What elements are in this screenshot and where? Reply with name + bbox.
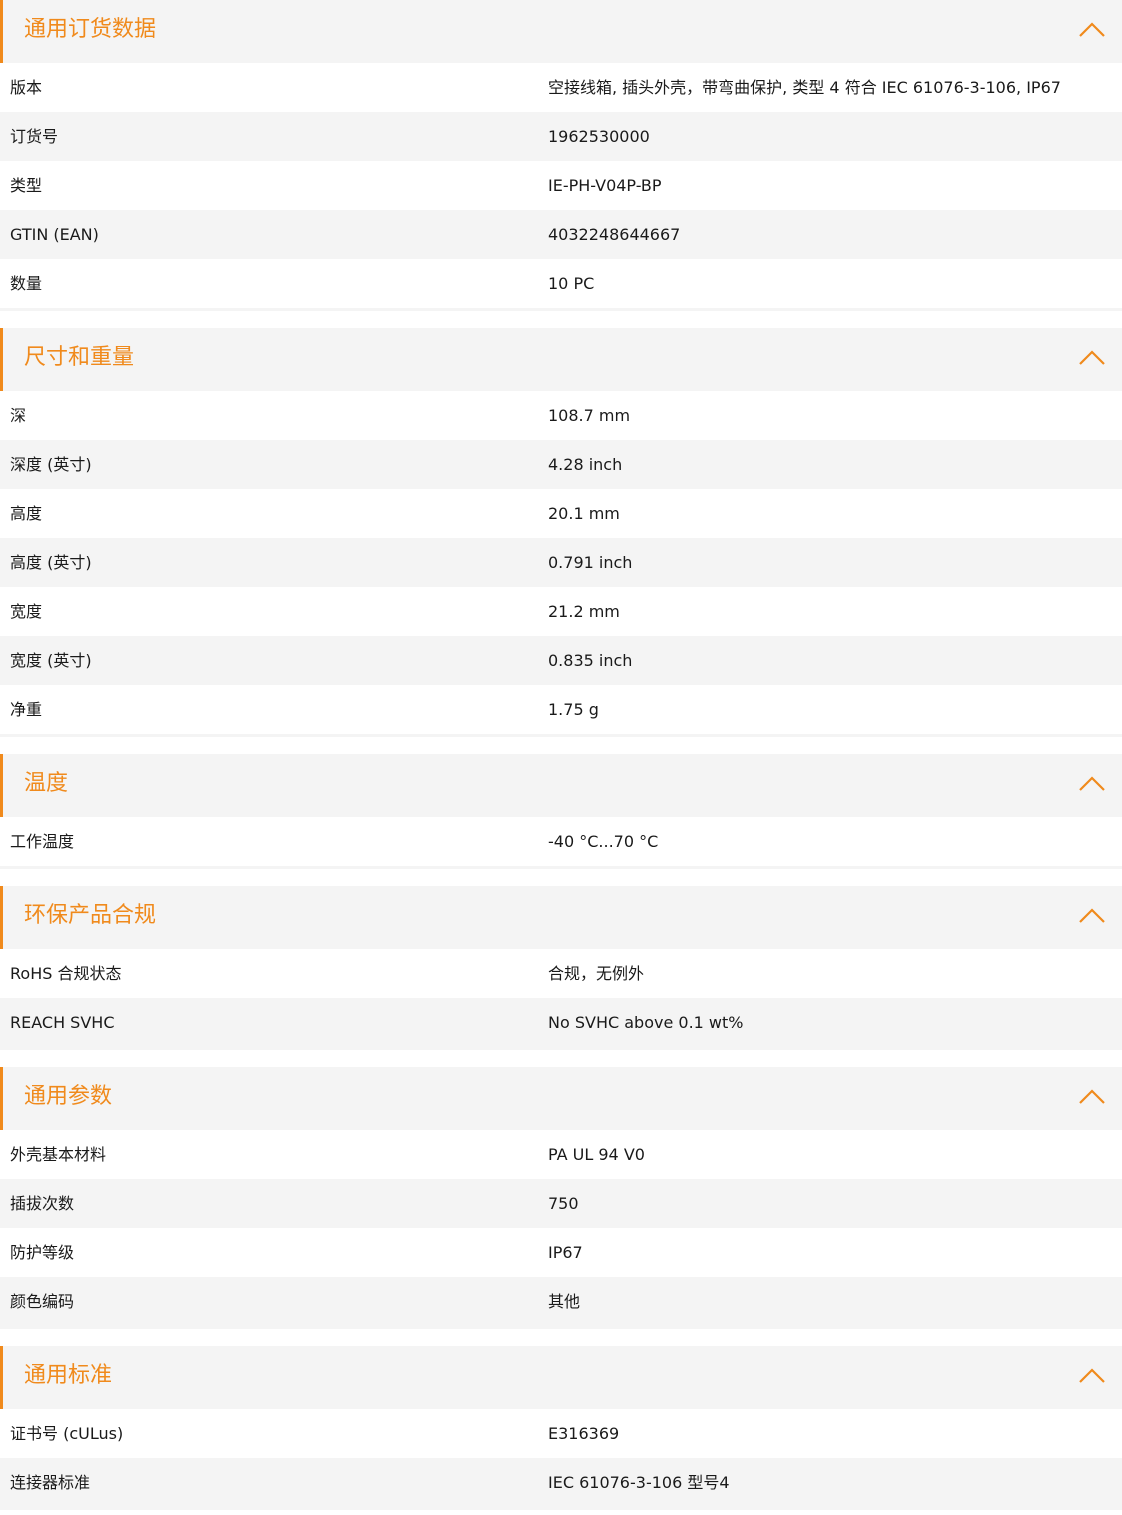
- spec-row: 订货号 1962530000: [0, 112, 1122, 161]
- section-title: 通用订货数据: [24, 17, 157, 42]
- section-header-temperature[interactable]: 温度: [0, 754, 1122, 817]
- section-divider: [0, 1507, 1122, 1510]
- spec-label: 深度 (英寸): [10, 455, 92, 474]
- spec-label: 净重: [10, 700, 43, 719]
- spec-value: 0.791 inch: [548, 553, 633, 572]
- section-temperature: 温度 工作温度 -40 °C...70 °C: [0, 754, 1122, 869]
- spec-value: IEC 61076-3-106 型号4: [548, 1473, 730, 1492]
- spec-value: 1.75 g: [548, 700, 599, 719]
- spec-row: RoHS 合规状态 合规，无例外: [0, 949, 1122, 998]
- section-gap: [0, 1329, 1122, 1346]
- spec-value: 108.7 mm: [548, 406, 631, 425]
- spec-label: 证书号 (cULus): [10, 1424, 124, 1443]
- spec-row: 外壳基本材料 PA UL 94 V0: [0, 1130, 1122, 1179]
- spec-value: 4.28 inch: [548, 455, 623, 474]
- spec-value: 其他: [548, 1292, 581, 1311]
- spec-row: 深度 (英寸) 4.28 inch: [0, 440, 1122, 489]
- spec-value: 750: [548, 1194, 579, 1213]
- spec-row: 连接器标准 IEC 61076-3-106 型号4: [0, 1458, 1122, 1507]
- chevron-up-icon[interactable]: [1078, 904, 1106, 928]
- chevron-up-icon[interactable]: [1078, 18, 1106, 42]
- spec-label: 外壳基本材料: [10, 1145, 107, 1164]
- section-title: 尺寸和重量: [24, 345, 135, 370]
- section-general-parameters: 通用参数 外壳基本材料 PA UL 94 V0 插拔次数 750 防护等级 IP…: [0, 1067, 1122, 1329]
- spec-label: 插拔次数: [10, 1194, 75, 1213]
- section-gap: [0, 737, 1122, 754]
- spec-row: GTIN (EAN) 4032248644667: [0, 210, 1122, 259]
- section-title: 环保产品合规: [24, 903, 157, 928]
- spec-label: 高度: [10, 504, 43, 523]
- spec-label: 连接器标准: [10, 1473, 91, 1492]
- spec-row: REACH SVHC No SVHC above 0.1 wt%: [0, 998, 1122, 1047]
- spec-row: 宽度 21.2 mm: [0, 587, 1122, 636]
- spec-label: 防护等级: [10, 1243, 75, 1262]
- spec-row: 类型 IE-PH-V04P-BP: [0, 161, 1122, 210]
- spec-value: 1962530000: [548, 127, 650, 146]
- section-title: 通用参数: [24, 1084, 113, 1109]
- spec-label: 工作温度: [10, 832, 75, 851]
- spec-row: 高度 (英寸) 0.791 inch: [0, 538, 1122, 587]
- spec-label: 深: [10, 406, 27, 425]
- spec-value: 10 PC: [548, 274, 595, 293]
- chevron-up-icon[interactable]: [1078, 772, 1106, 796]
- spec-value: 空接线箱, 插头外壳，带弯曲保护, 类型 4 符合 IEC 61076-3-10…: [548, 78, 1061, 97]
- section-title: 温度: [24, 771, 69, 796]
- chevron-up-icon[interactable]: [1078, 346, 1106, 370]
- section-header-environmental-compliance[interactable]: 环保产品合规: [0, 886, 1122, 949]
- spec-row: 宽度 (英寸) 0.835 inch: [0, 636, 1122, 685]
- spec-value: E316369: [548, 1424, 620, 1443]
- section-header-general-parameters[interactable]: 通用参数: [0, 1067, 1122, 1130]
- spec-label: 订货号: [10, 127, 59, 146]
- spec-row: 净重 1.75 g: [0, 685, 1122, 734]
- spec-row: 颜色编码 其他: [0, 1277, 1122, 1326]
- section-title: 通用标准: [24, 1363, 113, 1388]
- section-gap: [0, 311, 1122, 328]
- spec-value: IE-PH-V04P-BP: [548, 176, 662, 195]
- spec-accordion: 通用订货数据 版本 空接线箱, 插头外壳，带弯曲保护, 类型 4 符合 IEC …: [0, 0, 1122, 1510]
- spec-value: PA UL 94 V0: [548, 1145, 645, 1164]
- spec-value: 20.1 mm: [548, 504, 620, 523]
- spec-value: 4032248644667: [548, 225, 681, 244]
- spec-row: 证书号 (cULus) E316369: [0, 1409, 1122, 1458]
- spec-label: REACH SVHC: [10, 1013, 115, 1032]
- spec-label: 版本: [10, 78, 43, 97]
- spec-row: 工作温度 -40 °C...70 °C: [0, 817, 1122, 866]
- section-dimensions-weight: 尺寸和重量 深 108.7 mm 深度 (英寸) 4.28 inch 高度 20…: [0, 328, 1122, 737]
- spec-row: 防护等级 IP67: [0, 1228, 1122, 1277]
- spec-value: IP67: [548, 1243, 583, 1262]
- section-ordering-data: 通用订货数据 版本 空接线箱, 插头外壳，带弯曲保护, 类型 4 符合 IEC …: [0, 0, 1122, 311]
- chevron-up-icon[interactable]: [1078, 1085, 1106, 1109]
- spec-row: 深 108.7 mm: [0, 391, 1122, 440]
- spec-value: 21.2 mm: [548, 602, 620, 621]
- spec-label: 类型: [10, 176, 43, 195]
- spec-value: No SVHC above 0.1 wt%: [548, 1013, 744, 1032]
- chevron-up-icon[interactable]: [1078, 1364, 1106, 1388]
- spec-label: RoHS 合规状态: [10, 964, 122, 983]
- section-gap: [0, 869, 1122, 886]
- section-gap: [0, 1050, 1122, 1067]
- spec-value: -40 °C...70 °C: [548, 832, 659, 851]
- spec-label: GTIN (EAN): [10, 225, 99, 244]
- spec-label: 数量: [10, 274, 43, 293]
- section-header-dimensions-weight[interactable]: 尺寸和重量: [0, 328, 1122, 391]
- spec-label: 高度 (英寸): [10, 553, 92, 572]
- spec-label: 宽度: [10, 602, 43, 621]
- spec-value: 0.835 inch: [548, 651, 633, 670]
- spec-row: 插拔次数 750: [0, 1179, 1122, 1228]
- spec-value: 合规，无例外: [548, 964, 645, 983]
- section-environmental-compliance: 环保产品合规 RoHS 合规状态 合规，无例外 REACH SVHC No SV…: [0, 886, 1122, 1050]
- spec-row: 数量 10 PC: [0, 259, 1122, 308]
- section-general-standards: 通用标准 证书号 (cULus) E316369 连接器标准 IEC 61076…: [0, 1346, 1122, 1510]
- section-header-ordering-data[interactable]: 通用订货数据: [0, 0, 1122, 63]
- spec-label: 颜色编码: [10, 1292, 75, 1311]
- spec-row: 高度 20.1 mm: [0, 489, 1122, 538]
- section-header-general-standards[interactable]: 通用标准: [0, 1346, 1122, 1409]
- spec-label: 宽度 (英寸): [10, 651, 92, 670]
- spec-row: 版本 空接线箱, 插头外壳，带弯曲保护, 类型 4 符合 IEC 61076-3…: [0, 63, 1122, 112]
